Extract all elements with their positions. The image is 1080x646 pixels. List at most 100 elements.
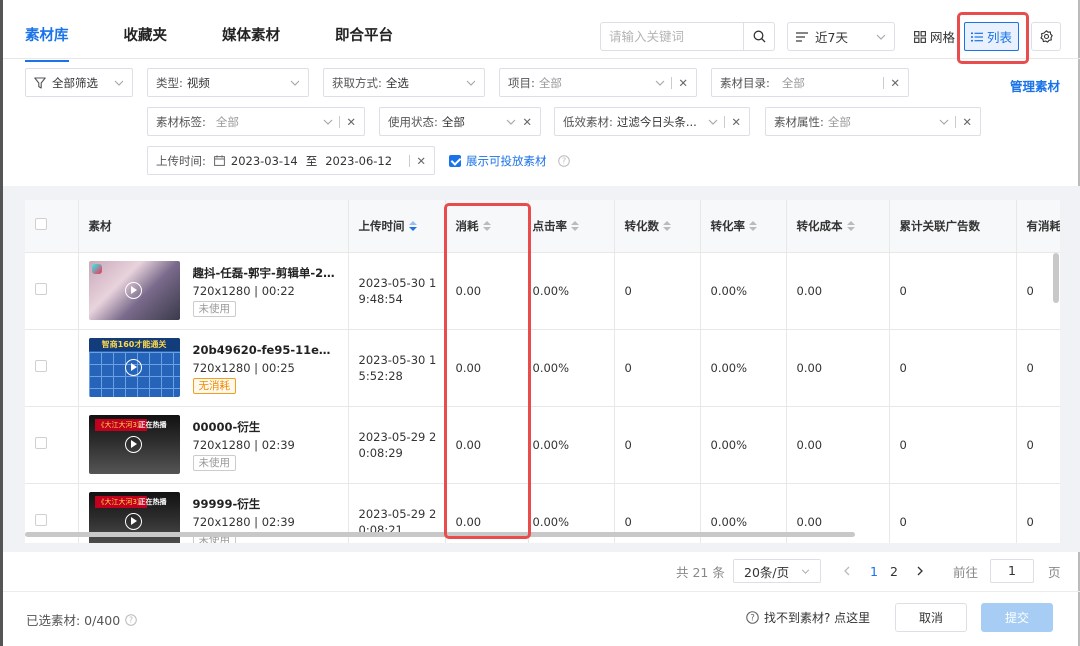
clear-icon[interactable]: ✕ — [416, 154, 426, 168]
col-ctr[interactable]: 点击率 — [528, 200, 615, 253]
grid-view-button[interactable]: 网格 — [908, 22, 961, 51]
help-icon: ? — [746, 611, 759, 624]
list-view-label: 列表 — [987, 30, 1013, 45]
tab-jihe-platform[interactable]: 即合平台 — [335, 18, 393, 58]
tags-value: 全部 — [215, 114, 239, 129]
search-icon — [753, 30, 765, 43]
page-2[interactable]: 2 — [890, 559, 898, 583]
table-row[interactable]: 《大江大河3》 正在热播 00000-衍生 720x1280 | 02:39 未使用 … — [25, 406, 1060, 484]
sort-icon — [663, 220, 671, 232]
list-view-button[interactable]: 列表 — [964, 22, 1020, 51]
upload-time: 2023-05-30 15:52:28 — [358, 352, 437, 383]
row-checkbox[interactable] — [35, 437, 47, 449]
table-row[interactable]: 智商160才能通关 20b49620-fe95-11ed-a4... 720x12… — [25, 329, 1060, 407]
col-upload-time[interactable]: 上传时间 — [348, 200, 446, 253]
upload-time: 2023-05-29 20:08:29 — [358, 429, 437, 460]
video-thumbnail[interactable]: 《大江大河3》 正在热播 — [88, 415, 180, 474]
ctr-value: 0.00% — [528, 329, 615, 407]
clear-icon[interactable]: ✕ — [346, 115, 356, 129]
chevron-down-icon — [114, 80, 124, 86]
cancel-button[interactable]: 取消 — [895, 603, 967, 632]
acquire-method-select[interactable]: 获取方式: 全选 — [323, 68, 485, 97]
gear-icon — [1039, 30, 1053, 43]
ctr-value: 0.00% — [528, 252, 615, 330]
upload-date-range[interactable]: 上传时间: 2023-03-14 至 2023-06-12 ✕ — [147, 146, 435, 175]
svg-text:?: ? — [129, 615, 133, 624]
table-header-row: 素材 上传时间 消耗 点击率 转化数 转化率 转化成本 累计关联广告数 有消耗广 — [25, 200, 1060, 253]
cvr-value: 0.00% — [700, 252, 787, 330]
type-select[interactable]: 类型: 视频 — [147, 68, 309, 97]
catalog-select[interactable]: 素材目录: 全部 ✕ — [711, 68, 909, 97]
tab-favorites[interactable]: 收藏夹 — [124, 18, 168, 58]
row-checkbox[interactable] — [35, 514, 47, 526]
cpa-value: 0.00 — [786, 406, 890, 484]
date-range-select[interactable]: 近7天 — [787, 22, 895, 51]
usage-status-select[interactable]: 使用状态: 全部 ✕ — [379, 107, 541, 136]
cant-find-label: 找不到素材? 点这里 — [764, 611, 871, 625]
col-cvr[interactable]: 转化率 — [700, 200, 787, 253]
page-size-select[interactable]: 20条/页 — [733, 559, 821, 583]
project-select[interactable]: 项目: 全部 ✕ — [499, 68, 697, 97]
acquire-value: 全选 — [385, 75, 409, 90]
select-all-cell — [25, 200, 79, 253]
goto-page-input[interactable]: 1 — [990, 559, 1034, 583]
checkbox-checked-icon — [449, 155, 461, 167]
col-conversions[interactable]: 转化数 — [614, 200, 701, 253]
show-deliverable-checkbox[interactable]: 展示可投放素材 ? — [449, 153, 570, 169]
project-value: 全部 — [538, 75, 562, 90]
clear-icon[interactable]: ✕ — [962, 115, 972, 129]
material-name: 趣抖-任磊-郭宇-剪辑单-2... — [192, 265, 336, 280]
page-size-value: 20条/页 — [744, 564, 790, 580]
all-filters-button[interactable]: 全部筛选 — [25, 68, 133, 97]
prev-page-button[interactable] — [843, 559, 850, 583]
low-value: 过滤今日头条... — [616, 114, 697, 129]
tab-media-material[interactable]: 媒体素材 — [222, 18, 280, 58]
row-checkbox[interactable] — [35, 360, 47, 372]
upload-start: 2023-03-14 — [230, 153, 298, 168]
video-thumbnail[interactable]: 智商160才能通关 — [88, 338, 180, 397]
table-row[interactable]: 趣抖-任磊-郭宇-剪辑单-2... 720x1280 | 00:22 未使用 202… — [25, 252, 1060, 330]
ctr-value: 0.00% — [528, 406, 615, 484]
tags-select[interactable]: 素材标签: 全部 ✕ — [147, 107, 365, 136]
sort-icon — [749, 220, 757, 232]
status-badge: 未使用 — [192, 454, 236, 471]
all-filters-label: 全部筛选 — [52, 75, 98, 90]
cant-find-link[interactable]: ? 找不到素材? 点这里 — [746, 609, 870, 626]
clear-icon[interactable]: ✕ — [731, 115, 741, 129]
svg-text:?: ? — [561, 157, 565, 166]
search-button[interactable] — [743, 23, 774, 50]
chevron-down-icon — [323, 119, 333, 125]
cpa-value: 0.00 — [786, 329, 890, 407]
manage-material-link[interactable]: 管理素材 — [1010, 76, 1060, 95]
calendar-icon — [213, 155, 225, 166]
settings-button[interactable] — [1031, 22, 1061, 51]
chevron-down-icon — [655, 80, 665, 86]
next-page-button[interactable] — [917, 559, 924, 583]
linked-ads-value: 0 — [889, 329, 1017, 407]
clear-icon[interactable]: ✕ — [678, 76, 688, 90]
usage-label: 使用状态: — [388, 114, 438, 129]
horizontal-scrollbar[interactable] — [25, 532, 855, 537]
row-checkbox[interactable] — [35, 283, 47, 295]
vertical-scrollbar[interactable] — [1053, 253, 1059, 303]
col-cost[interactable]: 消耗 — [445, 200, 529, 253]
video-thumbnail[interactable] — [88, 261, 180, 320]
select-all-checkbox[interactable] — [35, 218, 47, 231]
acquire-label: 获取方式: — [332, 75, 382, 90]
catalog-value: 全部 — [781, 75, 805, 90]
low-efficiency-select[interactable]: 低效素材: 过滤今日头条... ✕ — [554, 107, 750, 136]
linked-ads-value: 0 — [889, 406, 1017, 484]
clear-icon[interactable]: ✕ — [522, 115, 532, 129]
search-input[interactable] — [601, 23, 743, 50]
tab-material-library[interactable]: 素材库 — [25, 18, 69, 62]
col-spent-ads: 有消耗广 — [1016, 200, 1060, 253]
col-cpa[interactable]: 转化成本 — [786, 200, 890, 253]
submit-button[interactable]: 提交 — [981, 603, 1053, 632]
material-size: 720x1280 | 02:39 — [192, 514, 295, 529]
page-1[interactable]: 1 — [870, 559, 878, 583]
upload-time: 2023-05-30 19:48:54 — [358, 275, 437, 306]
attribute-select[interactable]: 素材属性: 全部 ✕ — [765, 107, 981, 136]
clear-icon[interactable]: ✕ — [890, 76, 900, 90]
material-name: 99999-衍生 — [192, 496, 261, 511]
conv-value: 0 — [614, 329, 701, 407]
